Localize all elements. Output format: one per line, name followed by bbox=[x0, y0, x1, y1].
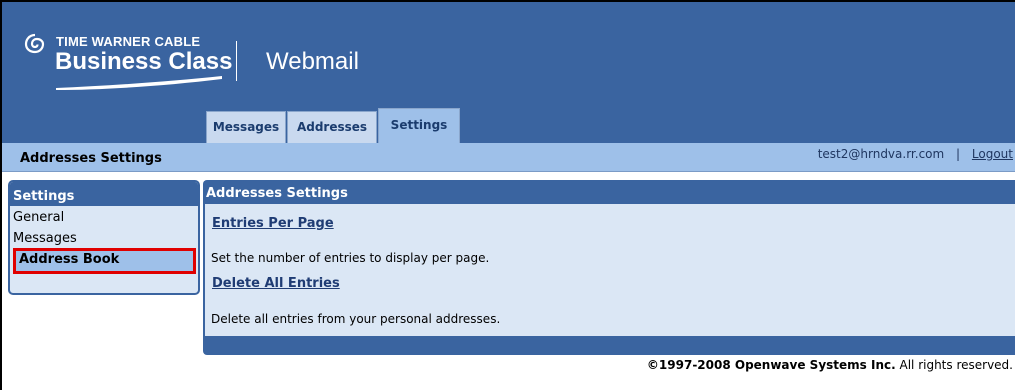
sub-header-bar: Addresses Settings test2@hrndva.rr.com |… bbox=[2, 143, 1015, 172]
sidebar-item-address-book[interactable]: Address Book bbox=[13, 248, 196, 274]
eye-logo-icon bbox=[24, 33, 45, 54]
delete-all-entries-description: Delete all entries from your personal ad… bbox=[211, 312, 501, 326]
entries-per-page-description: Set the number of entries to display per… bbox=[211, 251, 490, 265]
entries-per-page-link[interactable]: Entries Per Page bbox=[212, 216, 334, 231]
copyright-footer: ©1997-2008 Openwave Systems Inc. All rig… bbox=[647, 358, 1013, 372]
sidebar-item-general[interactable]: General bbox=[10, 206, 198, 227]
user-separator: | bbox=[956, 147, 961, 161]
settings-sidebar: Settings General Messages Address Book bbox=[8, 180, 200, 295]
user-area: test2@hrndva.rr.com | Logout bbox=[818, 147, 1013, 161]
brand-logo[interactable]: TIME WARNER CABLE Business Class bbox=[24, 30, 232, 94]
sidebar-heading: Settings bbox=[10, 182, 198, 206]
tab-messages[interactable]: Messages bbox=[206, 111, 286, 143]
logo-line-1: TIME WARNER CABLE bbox=[56, 34, 201, 49]
delete-all-entries-link[interactable]: Delete All Entries bbox=[212, 276, 340, 291]
copyright-rights: All rights reserved. bbox=[899, 358, 1014, 372]
app-header: TIME WARNER CABLE Business Class Webmail… bbox=[2, 2, 1015, 144]
header-divider bbox=[236, 41, 237, 81]
copyright-company: ©1997-2008 Openwave Systems Inc. bbox=[646, 358, 896, 372]
page-title: Addresses Settings bbox=[20, 151, 162, 166]
tab-settings[interactable]: Settings bbox=[378, 108, 460, 144]
app-title: Webmail bbox=[266, 48, 359, 75]
main-content-panel: Addresses Settings Entries Per Page Set … bbox=[203, 180, 1015, 355]
sidebar-item-messages[interactable]: Messages bbox=[10, 227, 198, 248]
tab-addresses[interactable]: Addresses bbox=[287, 111, 377, 143]
content-body: Entries Per Page Set the number of entri… bbox=[205, 204, 1015, 336]
logo-swoosh bbox=[56, 76, 222, 90]
logout-link[interactable]: Logout bbox=[972, 147, 1013, 161]
logo-line-2: Business Class bbox=[55, 48, 233, 75]
user-email: test2@hrndva.rr.com bbox=[817, 147, 945, 161]
content-heading: Addresses Settings bbox=[206, 186, 348, 201]
